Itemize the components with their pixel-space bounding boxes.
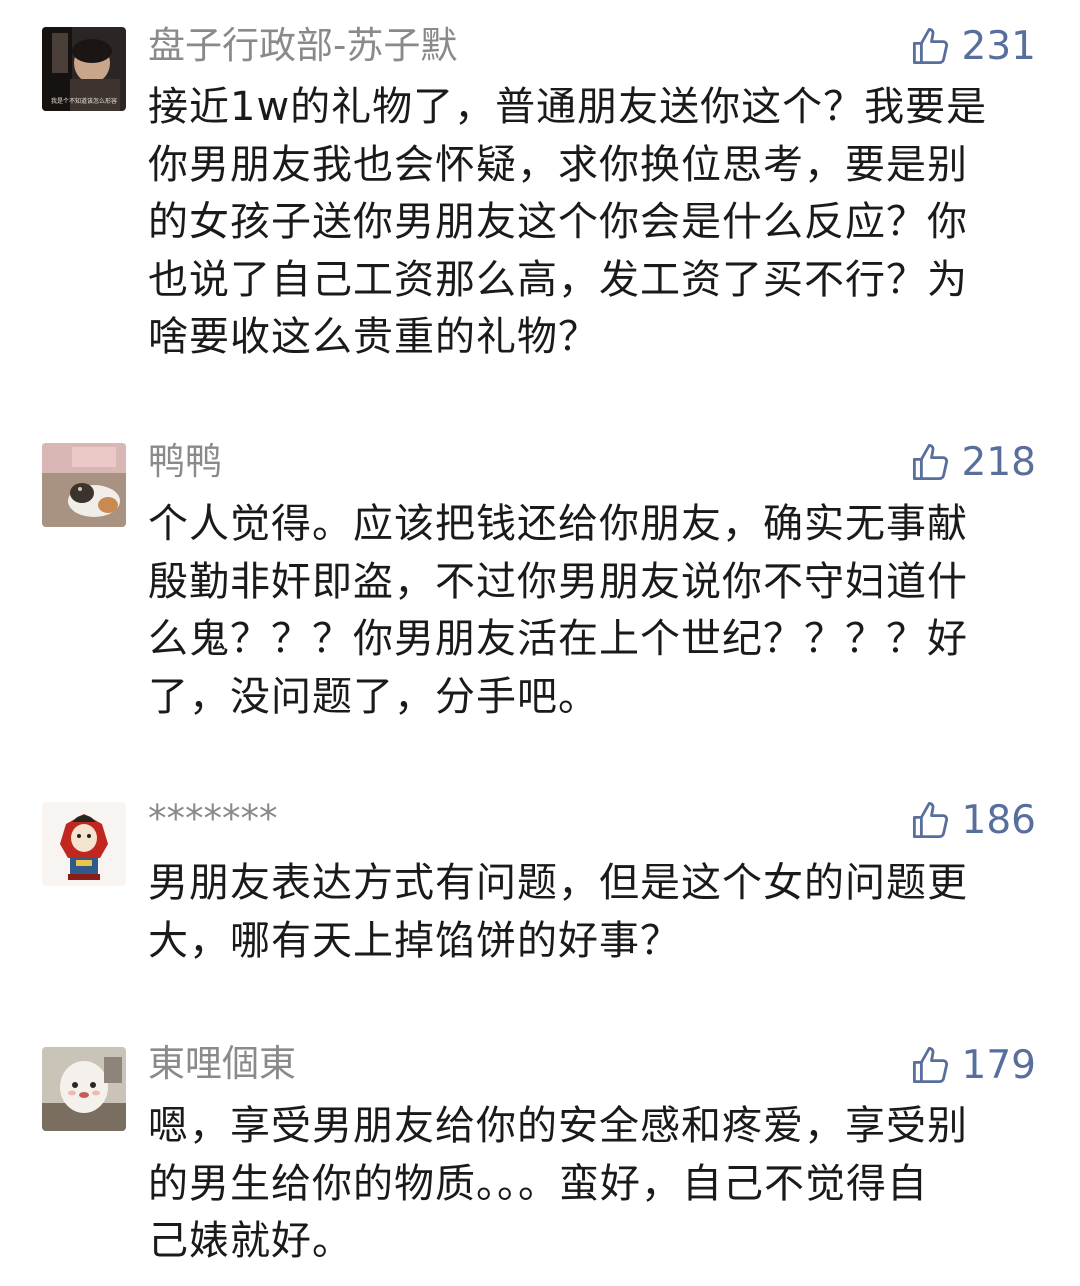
comment-line: 么鬼？？？你男朋友活在上个世纪？？？？好 — [148, 616, 968, 662]
username[interactable]: ******* — [148, 797, 278, 841]
like-button[interactable]: 186 — [910, 797, 1036, 843]
like-button[interactable]: 179 — [910, 1042, 1036, 1088]
comment-line: 的男生给你的物质。。。蛮好，自己不觉得自 — [148, 1160, 928, 1207]
like-count: 186 — [961, 797, 1036, 843]
like-button[interactable]: 231 — [910, 23, 1036, 69]
thumbs-up-icon — [912, 443, 948, 481]
username[interactable]: 鸭鸭 — [148, 440, 222, 484]
comment-text: 嗯，享受男朋友给你的安全感和疼爱，享受别 的男生给你的物质。。。蛮好，自己不觉得… — [148, 1098, 1038, 1271]
comment-line: 的女孩子送你男朋友这个你会是什么反应？你 — [148, 199, 968, 245]
username[interactable]: 東哩個東 — [148, 1042, 296, 1086]
comment-line: 你男朋友我也会怀疑，求你换位思考，要是别 — [148, 141, 968, 188]
avatar[interactable] — [42, 443, 126, 527]
like-count: 231 — [961, 23, 1036, 69]
comment-line: 大，哪有天上掉馅饼的好事？ — [148, 917, 681, 964]
thumbs-up-icon — [912, 801, 948, 839]
comment-line: 啥要收这么贵重的礼物？ — [148, 314, 599, 360]
comment-line: 了，没问题了，分手吧。 — [148, 673, 599, 720]
comment-text: 男朋友表达方式有问题，但是这个女的问题更 大，哪有天上掉馅饼的好事？ — [148, 855, 1038, 970]
comment-text: 接近1w的礼物了，普通朋友送你这个？我要是 你男朋友我也会怀疑，求你换位思考，要… — [148, 79, 1038, 367]
comment-text: 个人觉得。应该把钱还给你朋友，确实无事献 殷勤非奸即盗，不过你男朋友说你不守妇道… — [148, 496, 1038, 726]
comment-line: 己婊就好。 — [148, 1218, 353, 1264]
comment-line: 个人觉得。应该把钱还给你朋友，确实无事献 — [148, 501, 968, 547]
comment-line: 嗯，享受男朋友给你的安全感和疼爱，享受别 — [148, 1103, 968, 1149]
thumbs-up-icon — [912, 27, 948, 65]
avatar[interactable] — [42, 802, 126, 886]
comment-line: 也说了自己工资那么高，发工资了买不行？为 — [148, 256, 968, 303]
avatar[interactable]: 我是个不知道该怎么形容 — [42, 27, 126, 111]
comment-line: 接近1w的礼物了，普通朋友送你这个？我要是 — [148, 84, 988, 130]
like-count: 179 — [961, 1042, 1036, 1088]
like-button[interactable]: 218 — [910, 439, 1036, 485]
username[interactable]: 盘子行政部-苏子默 — [148, 24, 457, 68]
comment-line: 男朋友表达方式有问题，但是这个女的问题更 — [148, 860, 968, 906]
avatar-caption: 我是个不知道该怎么形容 — [51, 97, 117, 105]
comment-line: 殷勤非奸即盗，不过你男朋友说你不守妇道什 — [148, 558, 968, 605]
thumbs-up-icon — [912, 1046, 948, 1084]
like-count: 218 — [961, 439, 1036, 485]
avatar[interactable] — [42, 1047, 126, 1131]
